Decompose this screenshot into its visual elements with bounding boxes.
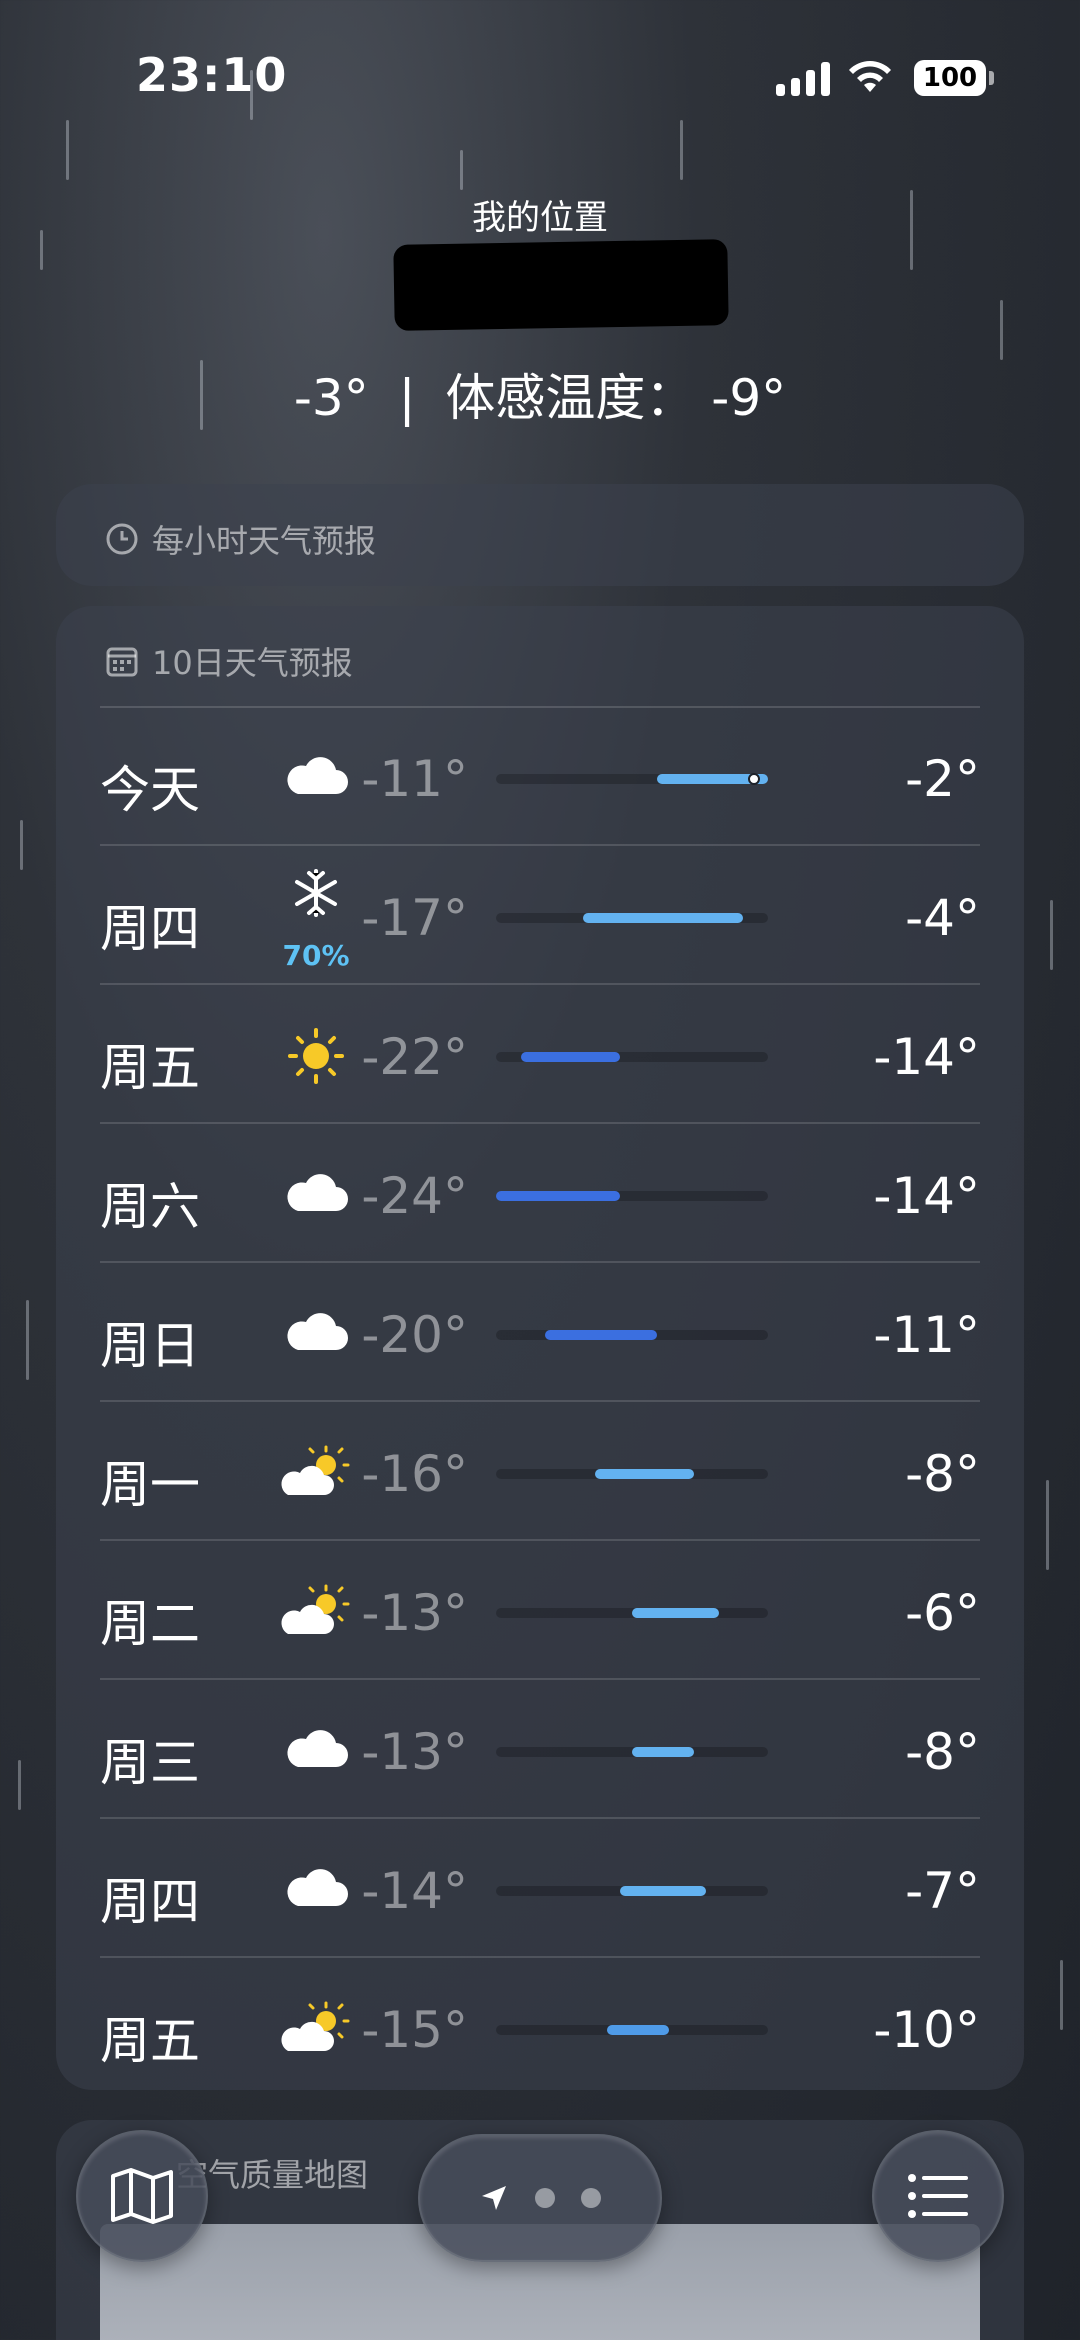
forecast-row[interactable]: 周五 -22° -14°	[100, 986, 980, 1124]
low-temp: -14°	[361, 1862, 468, 1920]
high-temp: -8°	[905, 1723, 980, 1781]
list-icon	[908, 2174, 968, 2218]
forecast-row[interactable]: 今天 -11° -2°	[100, 708, 980, 846]
high-temp: -8°	[905, 1445, 980, 1503]
day-label: 周一	[100, 1456, 200, 1514]
high-temp: -11°	[873, 1306, 980, 1364]
forecast-row[interactable]: 周三 -13° -8°	[100, 1681, 980, 1819]
feels-like-temp: -9°	[711, 369, 787, 427]
day-label: 周四	[100, 900, 200, 958]
low-temp: -20°	[361, 1306, 468, 1364]
day-label: 今天	[100, 761, 200, 819]
temp-range-track	[496, 1330, 768, 1340]
current-temp-dot	[747, 773, 760, 785]
map-icon	[111, 2168, 173, 2224]
temp-range-track	[496, 1886, 768, 1896]
high-temp: -14°	[873, 1167, 980, 1225]
temp-range-bar	[520, 1052, 620, 1062]
forecast-row[interactable]: 周五 -15° -10°	[100, 1959, 980, 2097]
day-label: 周六	[100, 1178, 200, 1236]
day-label: 周二	[100, 1595, 200, 1653]
city-list-button[interactable]	[872, 2130, 1004, 2262]
low-temp: -15°	[361, 2001, 468, 2059]
temp-range-bar	[545, 1330, 657, 1340]
day-label: 周五	[100, 2012, 200, 2070]
temp-range-bar	[582, 913, 744, 923]
status-bar: 23:10 100	[0, 0, 1080, 150]
calendar-icon	[106, 647, 138, 677]
ten-day-forecast-title: 10日天气预报	[104, 638, 353, 684]
current-temp: -3°	[293, 369, 369, 427]
hourly-forecast-card[interactable]: 每小时天气预报	[56, 484, 1024, 586]
hourly-forecast-title: 每小时天气预报	[104, 516, 376, 562]
high-temp: -10°	[873, 2001, 980, 2059]
temp-range-track	[496, 773, 768, 785]
current-conditions: -3° | 体感温度： -9°	[0, 358, 1080, 430]
temp-range-bar	[607, 2025, 670, 2035]
temp-range-track	[496, 1191, 768, 1201]
temp-range-track	[496, 2025, 768, 2035]
temp-range-bar	[632, 1608, 719, 1618]
clock-icon	[106, 523, 138, 555]
high-temp: -4°	[905, 889, 980, 947]
status-time: 23:10	[136, 48, 288, 102]
high-temp: -6°	[905, 1584, 980, 1642]
forecast-row[interactable]: 周六 -24° -14°	[100, 1125, 980, 1263]
high-temp: -7°	[905, 1862, 980, 1920]
day-label: 周日	[100, 1317, 200, 1375]
location-header: 我的位置 -3° | 体感温度： -9°	[0, 190, 1080, 427]
hourly-forecast-label: 每小时天气预报	[152, 522, 377, 560]
low-temp: -13°	[361, 1584, 468, 1642]
temp-range-bar	[619, 1886, 707, 1896]
day-label: 周三	[100, 1734, 200, 1792]
location-label: 我的位置	[472, 198, 608, 238]
low-temp: -11°	[361, 750, 468, 808]
page-dot	[535, 2188, 555, 2208]
high-temp: -14°	[873, 1028, 980, 1086]
cellular-signal-icon	[776, 60, 830, 96]
low-temp: -13°	[361, 1723, 468, 1781]
high-temp: -2°	[905, 750, 980, 808]
ten-day-forecast-label: 10日天气预报	[152, 644, 353, 682]
map-button[interactable]	[76, 2130, 208, 2262]
low-temp: -24°	[361, 1167, 468, 1225]
forecast-row[interactable]: 周四 -14° -7°	[100, 1820, 980, 1958]
temp-range-track	[496, 1608, 768, 1618]
wifi-icon	[849, 61, 891, 92]
forecast-row[interactable]: 周四 70% -17° -4°	[100, 847, 980, 985]
page-indicator[interactable]	[418, 2134, 662, 2262]
temp-range-track	[496, 1469, 768, 1479]
low-temp: -22°	[361, 1028, 468, 1086]
battery-icon: 100	[914, 60, 994, 96]
temp-range-bar	[496, 1191, 620, 1201]
forecast-row[interactable]: 周一 -16° -8°	[100, 1403, 980, 1541]
forecast-row[interactable]: 周日 -20° -11°	[100, 1264, 980, 1402]
temp-range-bar	[632, 1747, 694, 1757]
temp-range-bar	[594, 1469, 694, 1479]
feels-like-label: 体感温度：	[445, 369, 696, 427]
low-temp: -17°	[361, 889, 468, 947]
location-arrow-icon	[482, 2186, 506, 2210]
temp-range-track	[496, 913, 768, 923]
low-temp: -16°	[361, 1445, 468, 1503]
ten-day-forecast-card[interactable]: 10日天气预报 今天 -11° -2° 周四 70% -17° -4° 周五 -22° -14° 周…	[56, 606, 1024, 2090]
separator: |	[398, 369, 416, 427]
page-dot	[581, 2188, 601, 2208]
temp-range-track	[496, 1052, 768, 1062]
redacted-city-name	[393, 239, 729, 331]
day-label: 周四	[100, 1873, 200, 1931]
temp-range-track	[496, 1747, 768, 1757]
forecast-row[interactable]: 周二 -13° -6°	[100, 1542, 980, 1680]
day-label: 周五	[100, 1039, 200, 1097]
